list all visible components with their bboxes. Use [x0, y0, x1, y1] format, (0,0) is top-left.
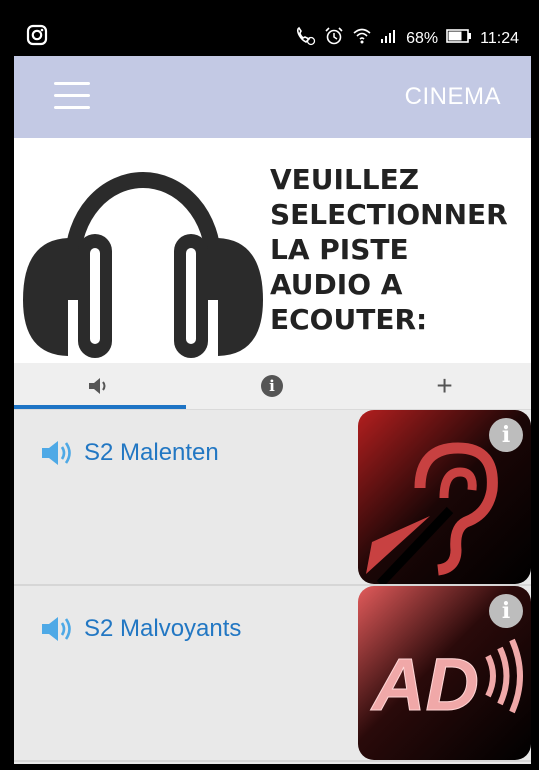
instagram-icon — [26, 24, 48, 51]
battery-percent: 68% — [406, 29, 439, 47]
tab-info[interactable]: i — [186, 363, 358, 409]
hero-line: VEUILLEZ — [270, 163, 420, 196]
battery-icon — [446, 28, 472, 49]
app-bar: CINEMA — [14, 56, 531, 138]
clock: 11:24 — [480, 29, 519, 47]
tab-add[interactable]: + — [358, 363, 531, 409]
plus-icon: + — [436, 370, 453, 401]
wifi-icon — [352, 27, 372, 50]
track-label: S2 Malvoyants — [40, 614, 241, 644]
speaker-icon — [42, 441, 71, 465]
call-icon — [294, 26, 316, 51]
info-icon[interactable]: i — [489, 594, 523, 628]
signal-icon — [380, 28, 398, 49]
status-bar: 68% 11:24 — [14, 16, 531, 56]
track-item[interactable]: S2 Malvoyants AD i — [14, 586, 531, 762]
tab-bar: i + — [14, 363, 531, 410]
track-name: S2 Malvoyants — [84, 615, 242, 642]
speaker-icon — [89, 378, 106, 394]
app-title: CINEMA — [404, 83, 501, 110]
hero-line: LA PISTE — [270, 233, 409, 266]
ad-text: AD — [370, 643, 479, 726]
hero-line: SELECTIONNER — [270, 198, 508, 231]
app-screen: 68% 11:24 CINEMA VEUILLEZ SELECTIONNER L… — [14, 16, 531, 764]
track-name: S2 Malenten — [84, 439, 219, 466]
track-label: S2 Malenten — [40, 438, 219, 468]
hero-line: ECOUTER: — [270, 303, 428, 336]
info-icon[interactable]: i — [489, 418, 523, 452]
track-list: S2 Malenten i S2 Malvoyants AD i — [14, 410, 531, 764]
info-icon: i — [261, 375, 283, 397]
track-thumbnail[interactable]: AD i — [358, 586, 531, 760]
headphones-icon — [23, 172, 263, 358]
tab-audio[interactable] — [14, 363, 186, 409]
alarm-icon — [324, 26, 344, 51]
speaker-icon — [42, 617, 71, 641]
hero-instruction: VEUILLEZ SELECTIONNER LA PISTE AUDIO A E… — [270, 162, 530, 337]
active-tab-indicator — [14, 405, 186, 409]
hamburger-icon[interactable] — [54, 82, 90, 110]
hero-banner: VEUILLEZ SELECTIONNER LA PISTE AUDIO A E… — [14, 138, 531, 363]
track-thumbnail[interactable]: i — [358, 410, 531, 584]
status-icons: 68% 11:24 — [294, 26, 519, 51]
track-item[interactable]: S2 Malenten i — [14, 410, 531, 586]
hero-line: AUDIO A — [270, 268, 403, 301]
